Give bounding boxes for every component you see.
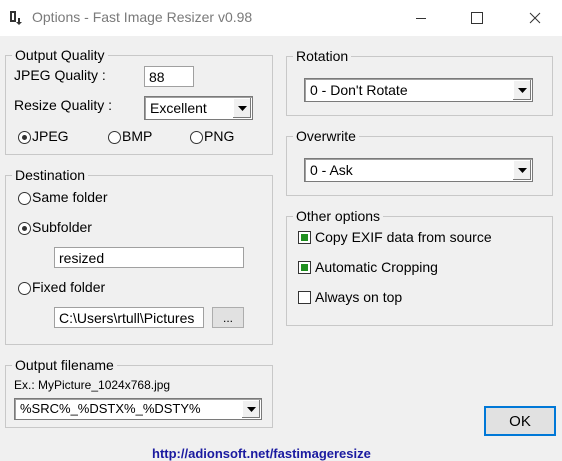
jpeg-quality-label: JPEG Quality : [14,67,106,83]
maximize-button[interactable] [452,0,502,36]
same-folder-label[interactable]: Same folder [32,189,107,205]
filename-pattern-value: %SRC%_%DSTX%_%DSTY% [20,401,201,416]
jpeg-quality-input[interactable] [144,66,194,87]
subfolder-input[interactable] [54,247,244,268]
destination-legend: Destination [12,166,89,184]
filename-example: Ex.: MyPicture_1024x768.jpg [14,378,171,392]
footer-link[interactable]: http://adionsoft.net/fastimageresize [152,446,371,461]
always-on-top-checkbox[interactable] [298,291,311,304]
subfolder-radio[interactable] [18,222,31,235]
minimize-icon [416,18,426,19]
output-quality-legend: Output Quality [12,46,108,64]
title-bar[interactable]: Options - Fast Image Resizer v0.98 [0,0,562,36]
auto-crop-checkbox[interactable] [298,261,311,274]
dropdown-arrow-button[interactable] [232,98,251,118]
copy-exif-checkbox[interactable] [298,231,311,244]
chevron-down-icon [246,406,256,412]
dropdown-arrow-button[interactable] [241,400,260,418]
dropdown-arrow-button[interactable] [512,160,531,180]
chevron-down-icon [237,105,247,111]
rotation-value: 0 - Don't Rotate [310,82,408,98]
format-jpeg-label[interactable]: JPEG [32,128,69,144]
filename-pattern-select[interactable]: %SRC%_%DSTX%_%DSTY% [14,398,262,420]
overwrite-select[interactable]: 0 - Ask [304,158,533,182]
window-title: Options - Fast Image Resizer v0.98 [32,9,253,25]
format-png-label[interactable]: PNG [204,128,234,144]
close-button[interactable] [510,0,560,36]
fixed-folder-radio[interactable] [18,282,31,295]
fixed-folder-label[interactable]: Fixed folder [32,279,105,295]
app-icon [7,9,24,26]
subfolder-label[interactable]: Subfolder [32,219,92,235]
chevron-down-icon [517,167,527,173]
format-jpeg-radio[interactable] [18,131,31,144]
minimize-button[interactable] [396,0,446,36]
fixed-folder-input[interactable] [54,307,204,328]
format-png-radio[interactable] [190,131,203,144]
resize-quality-value: Excellent [150,100,207,116]
rotation-legend: Rotation [293,47,352,65]
browse-button[interactable]: ... [212,307,244,328]
overwrite-value: 0 - Ask [310,162,353,178]
ok-button[interactable]: OK [484,406,556,436]
dropdown-arrow-button[interactable] [512,80,531,100]
auto-crop-label[interactable]: Automatic Cropping [315,259,438,275]
copy-exif-label[interactable]: Copy EXIF data from source [315,229,492,245]
resize-quality-select[interactable]: Excellent [144,96,253,120]
other-options-legend: Other options [293,207,384,225]
same-folder-radio[interactable] [18,192,31,205]
overwrite-legend: Overwrite [293,127,359,145]
format-bmp-label[interactable]: BMP [122,128,152,144]
resize-quality-label: Resize Quality : [14,97,113,113]
chevron-down-icon [517,87,527,93]
maximize-icon [471,12,483,24]
output-filename-legend: Output filename [12,356,117,374]
always-on-top-label[interactable]: Always on top [315,289,402,305]
format-bmp-radio[interactable] [108,131,121,144]
close-icon [529,12,541,24]
rotation-select[interactable]: 0 - Don't Rotate [304,78,533,102]
